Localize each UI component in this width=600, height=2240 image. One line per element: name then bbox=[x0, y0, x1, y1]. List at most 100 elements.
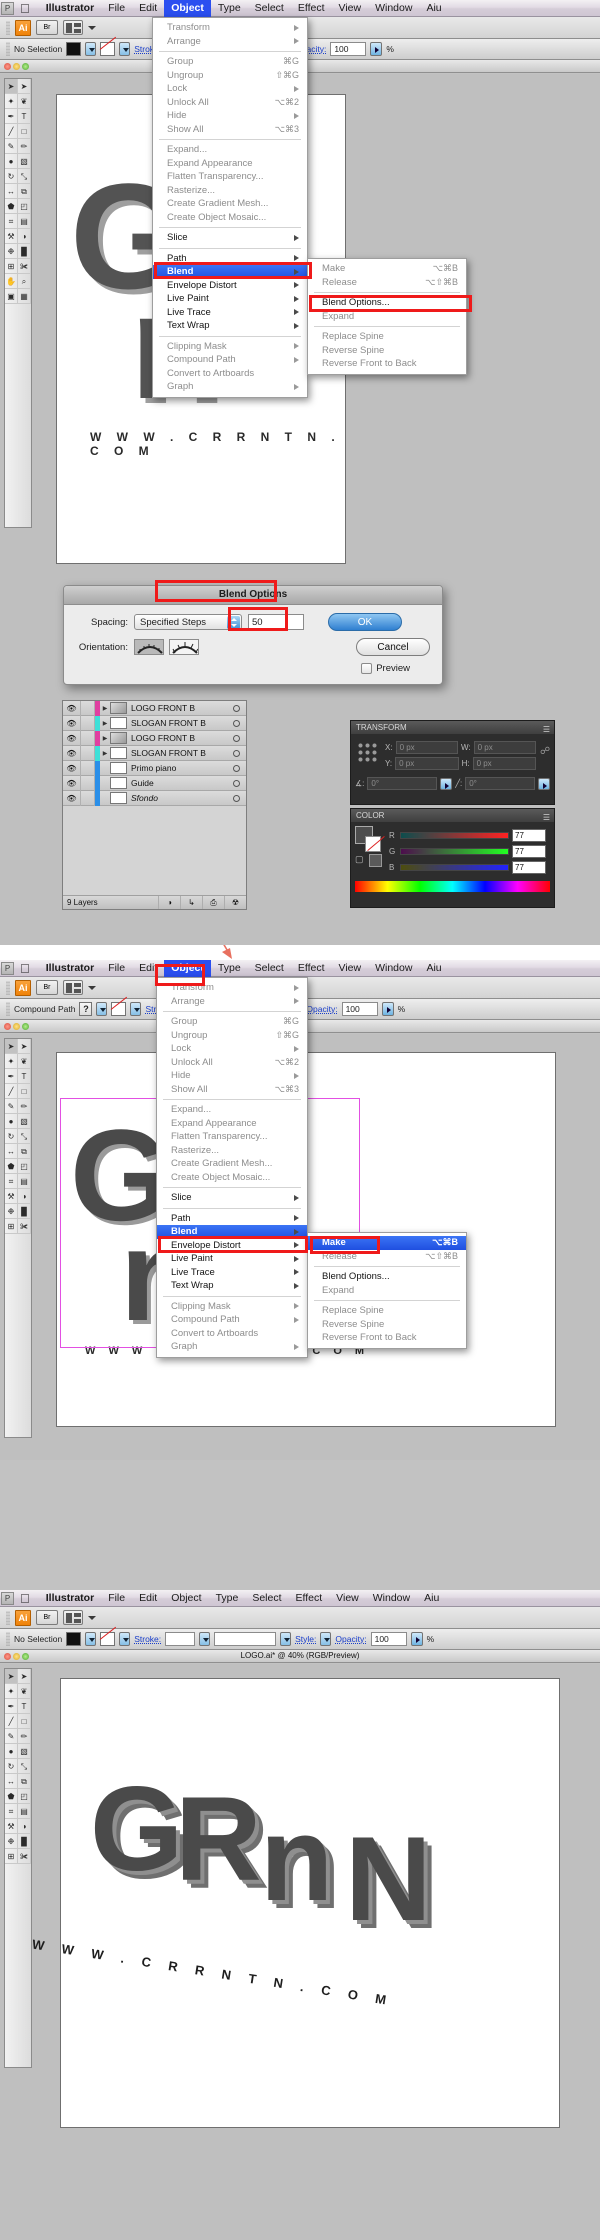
menu-item-rasterize[interactable]: Rasterize... bbox=[153, 184, 307, 198]
appbar-gripper-2[interactable] bbox=[6, 980, 10, 995]
menu-type-2[interactable]: Type bbox=[211, 960, 248, 977]
mac-menu-bar-3[interactable]: P  Illustrator File Edit Object Type Se… bbox=[0, 1590, 600, 1607]
opacity-field-1[interactable]: 100 bbox=[330, 42, 367, 56]
tool-pen-icon[interactable]: ✒ bbox=[5, 109, 18, 124]
tool-artboard-icon[interactable]: ⊞ bbox=[5, 259, 18, 274]
transform-angle-field[interactable]: 0° bbox=[367, 777, 438, 790]
menu-item-live-trace[interactable]: Live Trace bbox=[157, 1266, 307, 1280]
tool-pen-icon[interactable]: ✒ bbox=[5, 1699, 18, 1714]
tool-free-transform-icon[interactable]: ⧉ bbox=[18, 1774, 31, 1789]
blend-menu-item-reverse-spine[interactable]: Reverse Spine bbox=[308, 1318, 466, 1332]
menu-item-text-wrap[interactable]: Text Wrap bbox=[157, 1279, 307, 1293]
menu-item-compound-path[interactable]: Compound Path bbox=[157, 1313, 307, 1327]
blend-menu-item-replace-spine[interactable]: Replace Spine bbox=[308, 330, 466, 344]
layer-expand-icon[interactable]: ▶ bbox=[100, 705, 110, 712]
menu-edit[interactable]: Edit bbox=[132, 0, 164, 17]
tool-rotate-icon[interactable]: ↻ bbox=[5, 169, 18, 184]
tool-screen-mode-icon[interactable]: ▦ bbox=[18, 289, 31, 304]
constrain-proportions-icon[interactable]: ☍ bbox=[540, 746, 550, 773]
menu-item-arrange[interactable]: Arrange bbox=[153, 35, 307, 49]
fill-dropdown-1[interactable] bbox=[85, 42, 97, 56]
blend-menu-item-expand[interactable]: Expand bbox=[308, 1284, 466, 1298]
tool-rotate-icon[interactable]: ↻ bbox=[5, 1759, 18, 1774]
tool-pencil-icon[interactable]: ✏ bbox=[18, 139, 31, 154]
tool-width-icon[interactable]: ↔ bbox=[5, 1774, 18, 1789]
fill-dropdown-2[interactable] bbox=[96, 1002, 108, 1016]
layer-visibility-icon[interactable]: 👁 bbox=[63, 764, 80, 773]
tool-artboard-icon[interactable]: ⊞ bbox=[5, 1219, 18, 1234]
chevron-down-icon-3[interactable] bbox=[88, 1615, 96, 1620]
menu-item-clipping-mask[interactable]: Clipping Mask bbox=[153, 340, 307, 354]
transform-panel-header[interactable]: TRANSFORM ☰ bbox=[351, 721, 554, 734]
tool-column-graph-icon[interactable]: █ bbox=[18, 1834, 31, 1849]
layer-lock-toggle[interactable] bbox=[80, 760, 95, 776]
object-menu-2[interactable]: Transform Arrange Group ⌘G Ungroup ⇧⌘G Lock Unl… bbox=[156, 977, 308, 1358]
stroke-dropdown-3[interactable] bbox=[119, 1632, 131, 1646]
tool-scale-icon[interactable]: ⤡ bbox=[18, 1759, 31, 1774]
tool-eyedropper-icon[interactable]: ⚒ bbox=[5, 1819, 18, 1834]
tool-direct-selection-icon[interactable]: ➤ bbox=[18, 79, 31, 94]
menu-item-expand[interactable]: Expand... bbox=[153, 143, 307, 157]
toolbox-1[interactable]: ➤ ➤ ✦ ❦ ✒ T ╱ □ ✎ ✏ ● ▧ ↻ ⤡ ↔ ⧉ ⬟ ◰ ⌗ ▤ ⚒ ◑ ❉ █ ⊞ ✀ ✋ ⌕ ▣ ▦ bbox=[4, 78, 32, 528]
menu-item-slice[interactable]: Slice bbox=[157, 1191, 307, 1205]
menu-item-transform[interactable]: Transform bbox=[153, 21, 307, 35]
create-sublayer-icon[interactable]: ↳ bbox=[180, 896, 202, 909]
tool-line-icon[interactable]: ╱ bbox=[5, 1084, 18, 1099]
menu-item-show-all[interactable]: Show All ⌥⌘3 bbox=[153, 123, 307, 137]
opacity-label-3[interactable]: Opacity: bbox=[335, 1634, 366, 1644]
color-channel-value[interactable]: 77 bbox=[512, 845, 546, 858]
layer-row[interactable]: 👁 Guide bbox=[63, 775, 246, 791]
tool-blend-icon[interactable]: ◑ bbox=[18, 1819, 31, 1834]
menu-view-2[interactable]: View bbox=[332, 960, 369, 977]
menu-item-create-gradient-mesh[interactable]: Create Gradient Mesh... bbox=[153, 197, 307, 211]
fill-stroke-proxy[interactable]: ▢ bbox=[355, 826, 385, 871]
menu-item-rasterize[interactable]: Rasterize... bbox=[157, 1144, 307, 1158]
stroke-weight-field-3[interactable] bbox=[165, 1632, 196, 1646]
layer-row[interactable]: 👁 Sfondo bbox=[63, 790, 246, 806]
apple-menu-icon[interactable]:  bbox=[14, 1, 39, 16]
menu-object-3[interactable]: Object bbox=[164, 1590, 208, 1607]
tool-fill-stroke-icon[interactable]: ▣ bbox=[5, 289, 18, 304]
menu-item-live-trace[interactable]: Live Trace bbox=[153, 306, 307, 320]
menu-select-3[interactable]: Select bbox=[245, 1590, 288, 1607]
menu-item-live-paint[interactable]: Live Paint bbox=[157, 1252, 307, 1266]
menu-item-create-gradient-mesh[interactable]: Create Gradient Mesh... bbox=[157, 1157, 307, 1171]
illustrator-icon-2[interactable]: Ai bbox=[15, 979, 31, 996]
illustrator-icon-3[interactable]: Ai bbox=[15, 1609, 31, 1626]
tool-free-transform-icon[interactable]: ⧉ bbox=[18, 1144, 31, 1159]
menu-edit-3[interactable]: Edit bbox=[132, 1590, 164, 1607]
menu-view[interactable]: View bbox=[332, 0, 369, 17]
transform-y-field[interactable]: 0 px bbox=[395, 757, 459, 770]
tool-type-icon[interactable]: T bbox=[18, 109, 31, 124]
tool-symbol-sprayer-icon[interactable]: ❉ bbox=[5, 244, 18, 259]
color-channel-value[interactable]: 77 bbox=[512, 829, 546, 842]
tool-paintbrush-icon[interactable]: ✎ bbox=[5, 1099, 18, 1114]
menu-item-lock[interactable]: Lock bbox=[153, 82, 307, 96]
menu-file-3[interactable]: File bbox=[101, 1590, 132, 1607]
make-clipping-mask-icon[interactable]: ◑ bbox=[158, 896, 180, 909]
tool-shape-builder-icon[interactable]: ⬟ bbox=[5, 1789, 18, 1804]
menu-item-flatten-transparency[interactable]: Flatten Transparency... bbox=[153, 170, 307, 184]
menu-illustrator-3[interactable]: Illustrator bbox=[39, 1590, 101, 1607]
go-to-bridge-icon-2[interactable]: Br bbox=[36, 980, 58, 995]
tool-width-icon[interactable]: ↔ bbox=[5, 1144, 18, 1159]
blend-menu-item-reverse-spine[interactable]: Reverse Spine bbox=[308, 344, 466, 358]
menu-type[interactable]: Type bbox=[211, 0, 248, 17]
menu-illustrator-2[interactable]: Illustrator bbox=[39, 960, 101, 977]
orientation-page-icon[interactable] bbox=[134, 639, 164, 655]
go-to-bridge-icon[interactable]: Br bbox=[36, 20, 58, 35]
tool-direct-selection-icon[interactable]: ➤ bbox=[18, 1669, 31, 1684]
transform-w-field[interactable]: 0 px bbox=[473, 741, 537, 754]
tool-eraser-icon[interactable]: ▧ bbox=[18, 154, 31, 169]
tool-slice-icon[interactable]: ✀ bbox=[18, 1849, 31, 1864]
menu-aiu[interactable]: Aiu bbox=[419, 0, 448, 17]
tool-paintbrush-icon[interactable]: ✎ bbox=[5, 139, 18, 154]
tool-line-icon[interactable]: ╱ bbox=[5, 124, 18, 139]
menu-item-arrange[interactable]: Arrange bbox=[157, 995, 307, 1009]
stroke-dropdown-1[interactable] bbox=[119, 42, 131, 56]
layer-visibility-icon[interactable]: 👁 bbox=[63, 779, 80, 788]
menu-item-ungroup[interactable]: Ungroup ⇧⌘G bbox=[157, 1029, 307, 1043]
tool-type-icon[interactable]: T bbox=[18, 1069, 31, 1084]
menu-item-unlock-all[interactable]: Unlock All ⌥⌘2 bbox=[153, 96, 307, 110]
tool-shape-builder-icon[interactable]: ⬟ bbox=[5, 1159, 18, 1174]
